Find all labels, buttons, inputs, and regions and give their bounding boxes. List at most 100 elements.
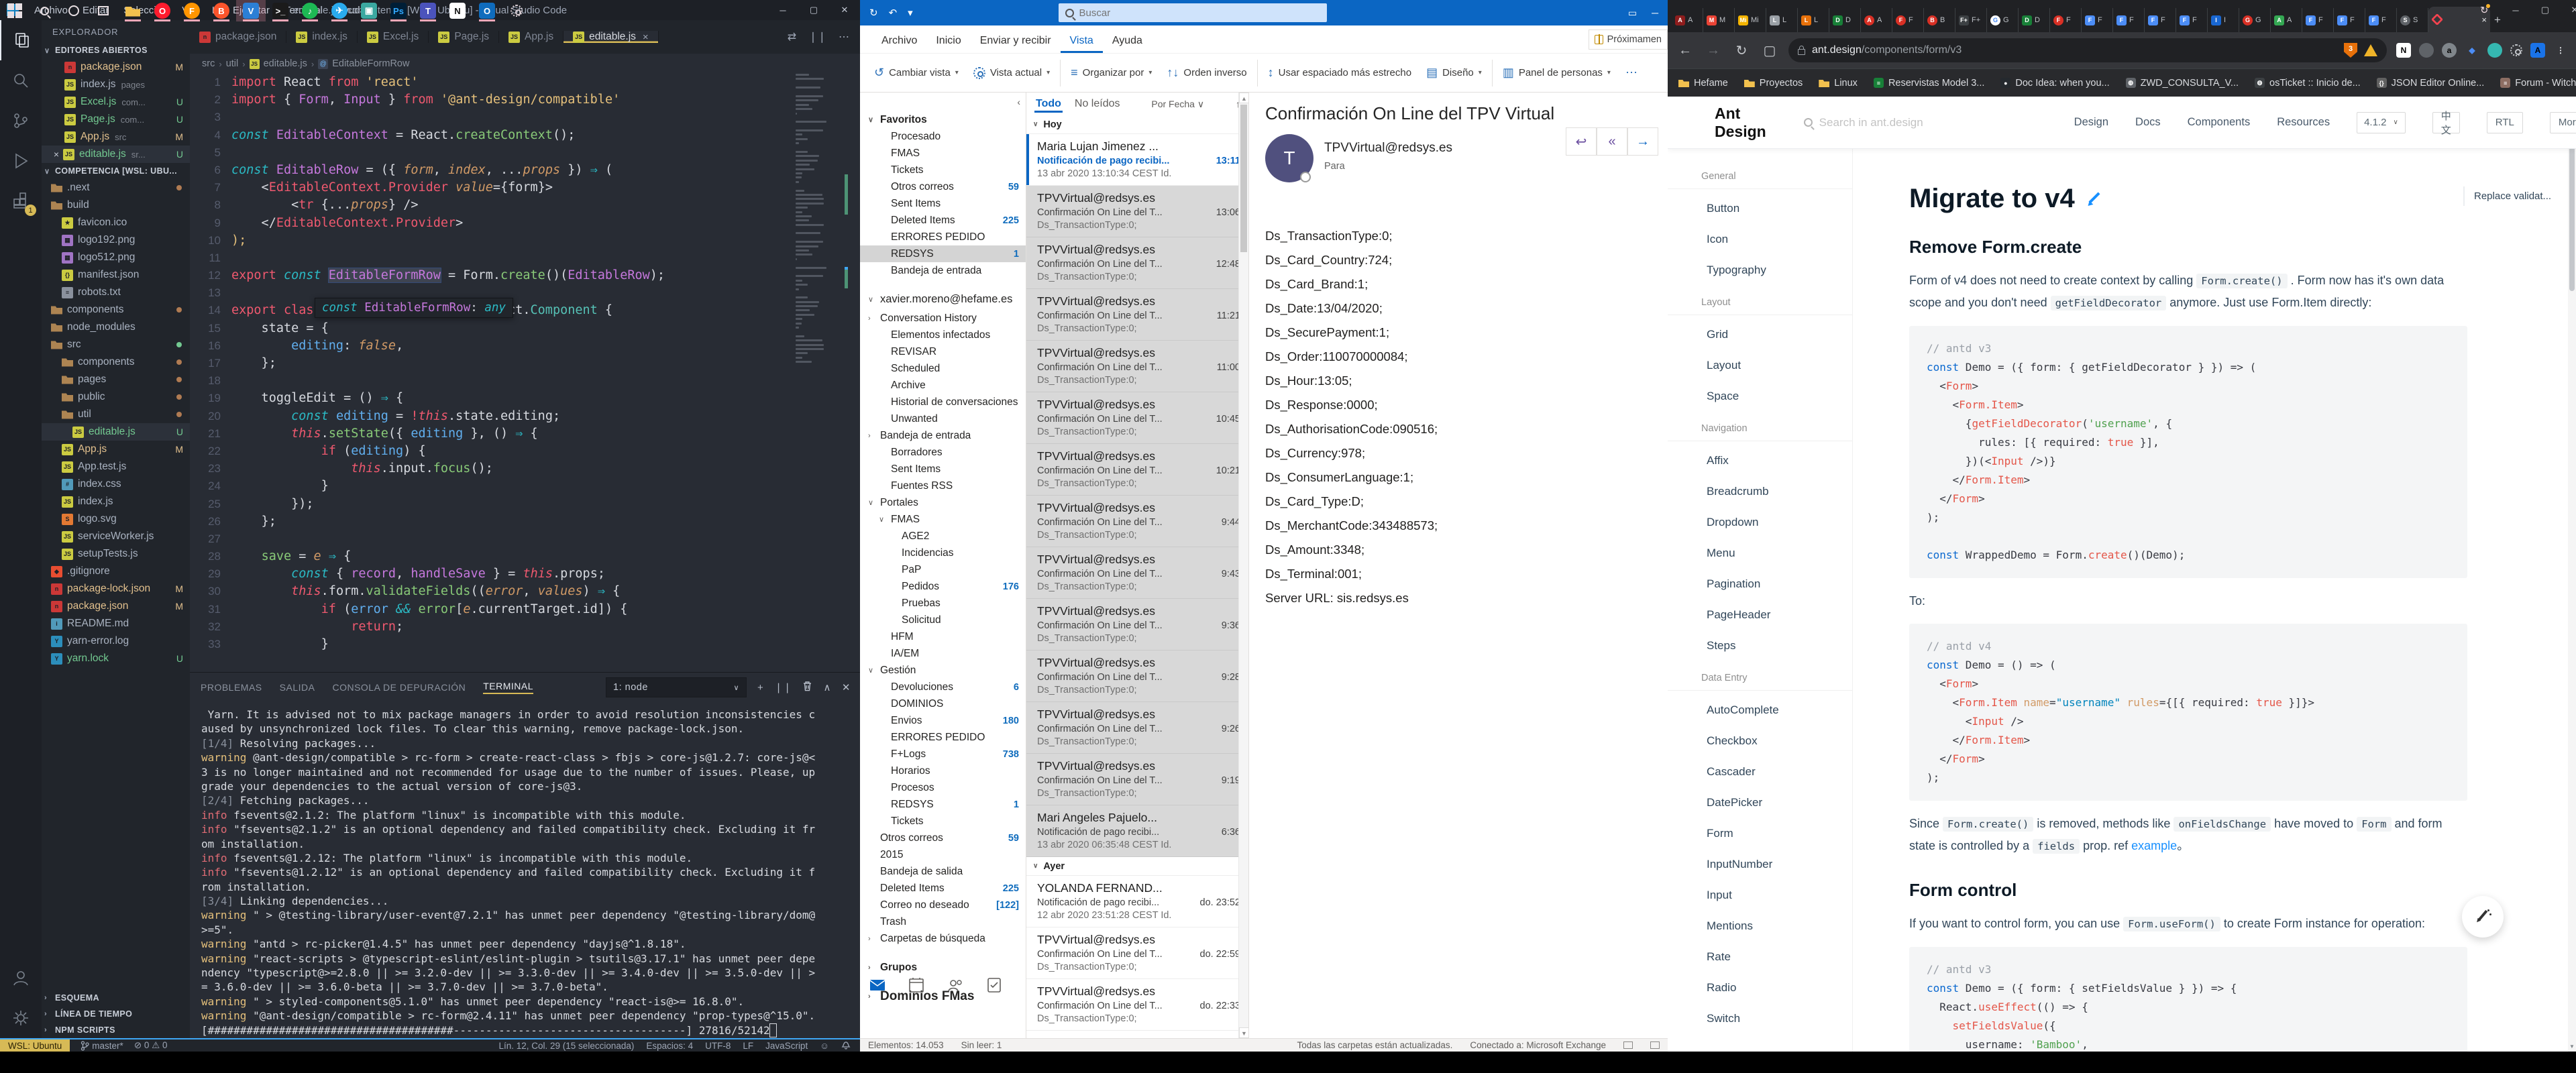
gear-extension-icon[interactable] bbox=[2510, 44, 2522, 56]
message-list-item[interactable]: Estefanía Moreno Ma...Notificación de pa… bbox=[1026, 1031, 1248, 1038]
folder-item[interactable]: Pedidos176 bbox=[860, 578, 1026, 595]
browser-tab[interactable]: FF bbox=[1892, 8, 1924, 32]
window-control[interactable]: ─ bbox=[2501, 0, 2530, 20]
browser-tab[interactable]: F+F+ bbox=[1955, 8, 1987, 32]
message-list-scrollbar[interactable]: ▲ ▼ bbox=[1238, 93, 1248, 1038]
browser-tab[interactable]: DD bbox=[2019, 8, 2050, 32]
editor-tab[interactable]: JSeditable.js× bbox=[564, 31, 659, 43]
window-control[interactable]: ─ bbox=[767, 0, 798, 20]
ribbon-tab-archivo[interactable]: Archivo bbox=[872, 29, 926, 53]
tree-item[interactable]: npackage.jsonM bbox=[42, 598, 190, 615]
folder-item[interactable]: AGE2 bbox=[860, 528, 1026, 545]
sidebar-item-pagination[interactable]: Pagination bbox=[1668, 569, 1852, 600]
folder-item[interactable]: REDSYS1 bbox=[860, 245, 1026, 262]
nav-components[interactable]: Components bbox=[2188, 116, 2251, 129]
chevron-icon[interactable]: ∨ bbox=[868, 295, 873, 304]
breadcrumb-item[interactable]: src bbox=[202, 58, 215, 69]
scroll-down-icon[interactable]: ▼ bbox=[1239, 1027, 1249, 1038]
folder-item[interactable]: ›Grupos bbox=[860, 959, 1026, 976]
folder-item[interactable]: Tickets bbox=[860, 813, 1026, 830]
mail-nav-icon[interactable] bbox=[869, 977, 885, 997]
sidebar-item-inputnumber[interactable]: InputNumber bbox=[1668, 849, 1852, 880]
status-item[interactable]: ☺ bbox=[820, 1041, 829, 1051]
folder-item[interactable]: Historial de conversaciones bbox=[860, 394, 1026, 410]
settings-gear-icon[interactable] bbox=[0, 998, 42, 1038]
outlook-search-input[interactable] bbox=[1079, 7, 1320, 19]
folder-item[interactable]: ERRORES PEDIDO bbox=[860, 229, 1026, 245]
breadcrumb-item[interactable]: util bbox=[226, 58, 239, 69]
address-bar[interactable]: ant.design/components/form/v3 3 bbox=[1788, 38, 2387, 62]
kill-terminal-icon[interactable] bbox=[802, 681, 812, 694]
tree-item[interactable]: components bbox=[42, 353, 190, 371]
bookmark-item[interactable]: Hefame bbox=[1678, 78, 1728, 89]
theme-editor-fab[interactable] bbox=[2462, 896, 2504, 938]
sidebar-item-layout[interactable]: Layout bbox=[1668, 350, 1852, 381]
tasks-nav-icon[interactable] bbox=[986, 977, 1002, 997]
message-group-header[interactable]: ∨Ayer bbox=[1026, 857, 1248, 876]
folder-item[interactable]: Bandeja de entrada bbox=[860, 262, 1026, 279]
tree-item[interactable]: {}manifest.json bbox=[42, 266, 190, 284]
nav-design[interactable]: Design bbox=[2074, 116, 2108, 129]
notifications-bell-icon[interactable] bbox=[841, 1039, 851, 1052]
nav-docs[interactable]: Docs bbox=[2135, 116, 2161, 129]
folder-item[interactable]: ∨FMAS bbox=[860, 511, 1026, 528]
filter-unread[interactable]: No leídos bbox=[1075, 98, 1120, 110]
tree-item[interactable]: .next bbox=[42, 179, 190, 196]
bookmark-item[interactable]: ≡Forum - Witch - [3... bbox=[2500, 78, 2576, 89]
link[interactable]: example bbox=[2131, 839, 2177, 852]
message-list-item[interactable]: TPVVirtual@redsys.esConfirmación On Line… bbox=[1026, 754, 1248, 805]
panel-tab-consola-de-depuración[interactable]: CONSOLA DE DEPURACIÓN bbox=[332, 682, 466, 693]
folder-item[interactable]: Correo no deseado[122] bbox=[860, 897, 1026, 913]
scroll-down-icon[interactable]: ▼ bbox=[2568, 1042, 2576, 1052]
tree-item[interactable]: components bbox=[42, 301, 190, 319]
edit-pencil-icon[interactable] bbox=[2086, 190, 2103, 208]
chevron-icon[interactable]: › bbox=[868, 935, 871, 943]
bookmark-item[interactable]: Linux bbox=[1819, 78, 1858, 89]
sidebar-item-icon[interactable]: Icon bbox=[1668, 224, 1852, 255]
tree-item[interactable]: #index.css bbox=[42, 475, 190, 493]
account-icon[interactable] bbox=[0, 958, 42, 998]
sidebar-item-steps[interactable]: Steps bbox=[1668, 630, 1852, 661]
tree-item[interactable]: ▦logo512.png bbox=[42, 249, 190, 266]
folder-item[interactable]: Tickets bbox=[860, 162, 1026, 178]
tree-item[interactable]: ▦logo192.png bbox=[42, 231, 190, 249]
ribbon-button[interactable]: ↕Usar espaciado más estrecho bbox=[1260, 58, 1419, 88]
taskbar-teams[interactable]: T bbox=[413, 0, 443, 21]
folder-item[interactable]: Devoluciones6 bbox=[860, 679, 1026, 695]
folder-item[interactable]: REDSYS1 bbox=[860, 796, 1026, 813]
browser-tab[interactable]: BB bbox=[1924, 8, 1955, 32]
folder-item[interactable]: REVISAR bbox=[860, 343, 1026, 360]
split-terminal-icon[interactable]: ❘❘ bbox=[774, 681, 792, 693]
folder-item[interactable]: Horarios bbox=[860, 763, 1026, 779]
tree-item[interactable]: ≡robots.txt bbox=[42, 284, 190, 301]
coming-soon-button[interactable]: Próximamen bbox=[1589, 30, 1668, 50]
folder-item[interactable]: ∨Portales bbox=[860, 494, 1026, 511]
folder-item[interactable]: Fuentes RSS bbox=[860, 477, 1026, 494]
tab-action-icon[interactable]: ⇄ bbox=[788, 30, 796, 44]
folder-item[interactable]: Scheduled bbox=[860, 360, 1026, 377]
folder-item[interactable]: Sent Items bbox=[860, 195, 1026, 212]
browser-tab[interactable]: LL bbox=[1766, 8, 1798, 32]
section-esquema[interactable]: ›ESQUEMA bbox=[42, 990, 190, 1006]
breadcrumb-item[interactable]: editable.js bbox=[264, 58, 307, 69]
folder-item[interactable]: ›Conversation History bbox=[860, 310, 1026, 327]
sender-address[interactable]: TPVVirtual@redsys.es bbox=[1324, 141, 1452, 156]
status-item[interactable]: Espacios: 4 bbox=[646, 1041, 693, 1051]
shield-extension-icon[interactable]: 3 bbox=[2344, 43, 2357, 58]
window-control[interactable]: ▭ bbox=[1628, 7, 1637, 19]
chevron-icon[interactable]: › bbox=[868, 964, 871, 972]
ribbon-button[interactable]: ≡Organizar por▾ bbox=[1063, 58, 1159, 88]
sidebar-item-pageheader[interactable]: PageHeader bbox=[1668, 600, 1852, 630]
close-icon[interactable]: × bbox=[643, 32, 649, 43]
new-tab-button[interactable]: + bbox=[2494, 11, 2501, 30]
extension-icon[interactable]: ◆ bbox=[2465, 43, 2479, 58]
folder-item[interactable]: Procesado bbox=[860, 128, 1026, 145]
reply-all-icon[interactable]: « bbox=[1597, 127, 1627, 156]
tree-item[interactable]: Slogo.svg bbox=[42, 510, 190, 528]
open-editor-item[interactable]: JSApp.jssrcM bbox=[42, 128, 190, 146]
chevron-icon[interactable]: ∨ bbox=[868, 498, 873, 507]
folder-item[interactable]: HFM bbox=[860, 628, 1026, 645]
chevron-icon[interactable]: ∨ bbox=[879, 515, 884, 524]
folder-item[interactable]: 2015 bbox=[860, 846, 1026, 863]
message-list-item[interactable]: TPVVirtual@redsys.esConfirmación On Line… bbox=[1026, 599, 1248, 651]
